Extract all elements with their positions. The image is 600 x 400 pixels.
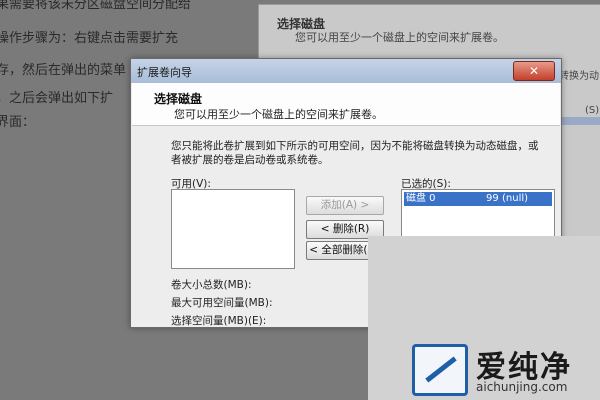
disk-name: 磁盘 0: [406, 193, 436, 204]
logo-domain: aichunjing.com: [476, 380, 568, 394]
site-logo: 爱纯净 aichunjing.com: [412, 342, 598, 398]
wizard-header: 选择磁盘 您可以用至少一个磁盘上的空间来扩展卷。: [132, 83, 560, 126]
article-line: 界面：: [0, 115, 36, 130]
disk-size: 99: [486, 193, 499, 204]
title-bar[interactable]: 扩展卷向导 ✕: [131, 59, 561, 83]
available-list[interactable]: [171, 189, 295, 269]
add-button[interactable]: 添加(A) >: [306, 196, 384, 215]
disk-status: (null): [502, 193, 529, 204]
logo-icon-stroke: [425, 356, 457, 383]
max-available-label: 最大可用空间量(MB):: [171, 297, 273, 309]
logo-icon: [412, 344, 468, 396]
article-line: ，之后会弹出如下扩: [0, 91, 114, 106]
description-text: 您只能将此卷扩展到如下所示的可用空间，因为不能将磁盘转换为动态磁盘，或者被扩展的…: [171, 140, 539, 166]
close-button[interactable]: ✕: [513, 61, 555, 81]
background-dialog-side-label: (S):: [585, 105, 600, 116]
select-amount-label: 选择空间量(MB)(E):: [171, 315, 267, 327]
background-dialog-side-text: 转换为动: [559, 71, 599, 82]
close-icon: ✕: [528, 64, 540, 78]
article-line: 果需要将该未分区磁盘空间分配给: [0, 0, 192, 12]
window-title: 扩展卷向导: [137, 66, 192, 79]
article-line: 存，然后在弹出的菜单: [0, 63, 127, 78]
total-size-label: 卷大小总数(MB):: [171, 279, 252, 291]
list-item[interactable]: 磁盘 0 99 (null): [404, 192, 552, 206]
article-line: 操作步骤为：右键点击需要扩充: [0, 31, 179, 46]
background-dialog-subtitle: 您可以用至少一个磁盘上的空间来扩展卷。: [295, 31, 504, 44]
header-title: 选择磁盘: [154, 92, 203, 106]
header-subtitle: 您可以用至少一个磁盘上的空间来扩展卷。: [174, 108, 383, 121]
